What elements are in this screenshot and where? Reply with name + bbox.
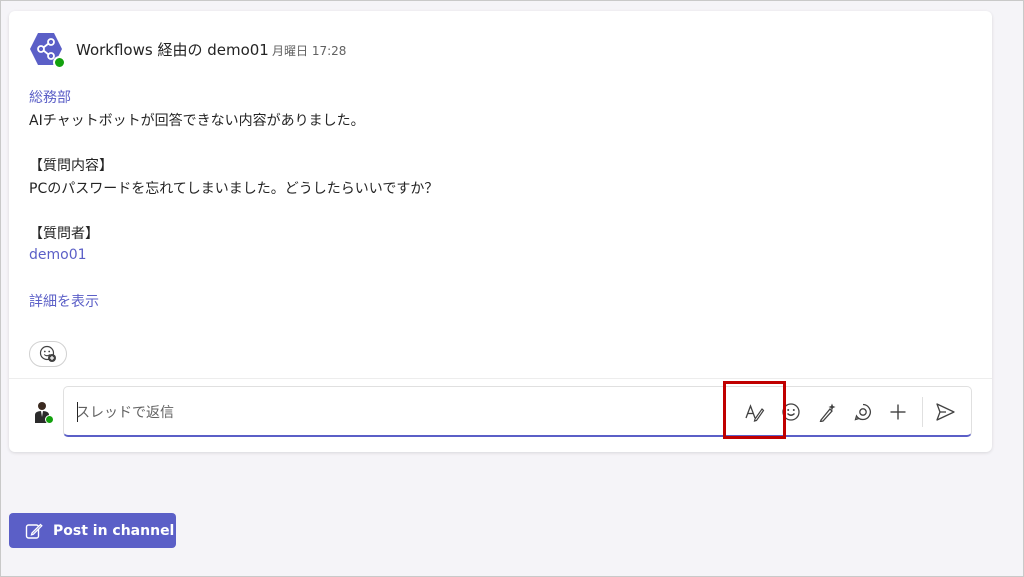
post-in-channel-label: Post in channel — [53, 522, 175, 539]
plus-icon — [890, 404, 906, 420]
loop-icon — [854, 403, 871, 421]
asker-mention[interactable]: demo01 — [29, 247, 87, 263]
reply-composer[interactable] — [63, 386, 972, 437]
divider — [9, 378, 992, 379]
send-icon — [936, 403, 955, 421]
emoji-icon — [782, 403, 800, 421]
format-icon — [745, 404, 765, 422]
message-card: Workflows 経由の demo01 月曜日 17:28 総務部 AIチャッ… — [9, 11, 992, 452]
message-timestamp: 月曜日 17:28 — [272, 44, 347, 58]
presence-available-icon — [45, 415, 54, 424]
question-heading: 【質問内容】 — [29, 158, 113, 174]
show-details-link[interactable]: 詳細を表示 — [29, 291, 99, 311]
post-in-channel-button[interactable]: Post in channel — [9, 513, 176, 548]
reply-input[interactable] — [76, 402, 576, 424]
add-reaction-button[interactable] — [29, 341, 67, 367]
attach-button[interactable] — [886, 400, 910, 424]
send-button[interactable] — [933, 400, 957, 424]
emoji-button[interactable] — [779, 400, 803, 424]
format-button[interactable] — [742, 400, 766, 424]
message-sender[interactable]: Workflows 経由の demo01 — [76, 39, 269, 60]
copilot-button[interactable] — [815, 400, 839, 424]
presence-available-icon — [53, 56, 66, 69]
loop-button[interactable] — [851, 400, 875, 424]
question-text: PCのパスワードを忘れてしまいました。どうしたらいいですか？ — [29, 181, 439, 197]
mention-department[interactable]: 総務部 — [29, 87, 71, 107]
message-text: AIチャットボットが回答できない内容がありました。 — [29, 113, 365, 129]
add-reaction-icon — [39, 345, 56, 362]
toolbar-separator — [922, 397, 923, 427]
copilot-icon — [819, 403, 836, 422]
asker-heading: 【質問者】 — [29, 226, 99, 242]
compose-icon — [25, 522, 43, 540]
current-user-avatar[interactable] — [33, 401, 54, 424]
workflow-avatar[interactable] — [28, 31, 66, 69]
